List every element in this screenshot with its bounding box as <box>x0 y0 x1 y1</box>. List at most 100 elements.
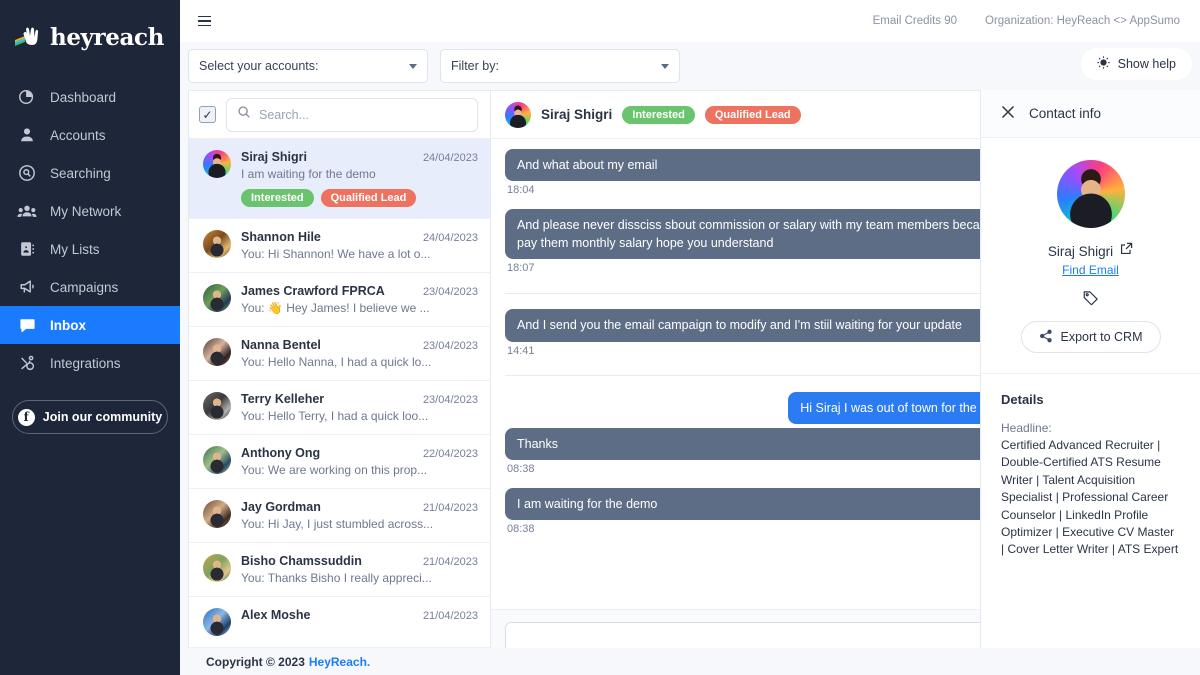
list-item-body: Siraj Shigri24/04/2023 I am waiting for t… <box>241 150 478 207</box>
accounts-select-label: Select your accounts: <box>199 59 409 73</box>
conversation-list[interactable]: Siraj Shigri24/04/2023 I am waiting for t… <box>189 139 490 675</box>
sidebar-item-campaigns[interactable]: Campaigns <box>0 268 180 306</box>
list-item[interactable]: Siraj Shigri24/04/2023 I am waiting for t… <box>189 139 490 219</box>
filter-select-label: Filter by: <box>451 59 661 73</box>
select-all-checkbox[interactable]: ✓ <box>199 106 216 123</box>
accounts-select[interactable]: Select your accounts: <box>188 49 428 83</box>
headline-label: Headline: <box>1001 421 1180 435</box>
show-help-button[interactable]: Show help <box>1081 48 1192 80</box>
list-item-preview: I am waiting for the demo <box>241 167 478 181</box>
list-item-top-row: Bisho Chamssuddin 21/04/2023 <box>241 554 478 568</box>
details-title: Details <box>1001 392 1180 407</box>
list-item[interactable]: Jay Gordman21/04/2023You: Hi Jay, I just… <box>189 489 490 543</box>
list-item-date: 21/04/2023 <box>423 556 478 568</box>
avatar <box>203 338 231 366</box>
list-item-preview: You: Hello Nanna, I had a quick lo... <box>241 355 478 369</box>
avatar <box>203 554 231 582</box>
footer-copyright: Copyright © 2023 <box>206 655 305 669</box>
avatar <box>203 150 231 178</box>
sidebar-nav: Dashboard Accounts Searching <box>0 78 180 382</box>
external-link-icon[interactable] <box>1120 242 1133 260</box>
contact-export-to-crm-button[interactable]: Export to CRM <box>1021 321 1161 353</box>
list-item-date: 21/04/2023 <box>423 502 478 514</box>
brand-logo-area: heyreach <box>0 0 180 56</box>
hamburger-menu-icon[interactable] <box>198 16 211 27</box>
contact-info-panel: Contact info Siraj Shigri Find Email <box>980 90 1200 675</box>
list-item-body: Shannon Hile24/04/2023You: Hi Shannon! W… <box>241 230 478 261</box>
sidebar: heyreach Dashboard Accounts <box>0 0 180 675</box>
organization-label: Organization: HeyReach <> AppSumo <box>985 15 1180 27</box>
search-field[interactable] <box>226 98 478 132</box>
divider-line <box>505 375 1044 376</box>
sidebar-item-inbox[interactable]: Inbox <box>0 306 180 344</box>
sidebar-item-label: My Lists <box>50 242 100 257</box>
contact-name-row: Siraj Shigri <box>1001 242 1180 260</box>
list-item-top-row: James Crawford FPRCA23/04/2023 <box>241 284 478 298</box>
chevron-down-icon <box>409 64 417 69</box>
sidebar-item-accounts[interactable]: Accounts <box>0 116 180 154</box>
footer-heyreach-link[interactable]: HeyReach. <box>309 655 370 669</box>
list-item-top-row: Anthony Ong22/04/2023 <box>241 446 478 460</box>
tag-icon[interactable] <box>1001 289 1180 307</box>
contact-info-title: Contact info <box>1029 106 1101 121</box>
people-group-icon <box>17 201 37 221</box>
sidebar-item-my-lists[interactable]: My Lists <box>0 230 180 268</box>
workspace: ✓ Siraj Shigri24/04/2023I am waiting for… <box>180 90 1200 675</box>
join-community-label: Join our community <box>43 410 162 424</box>
footer: Copyright © 2023 HeyReach. <box>180 648 1200 675</box>
sidebar-item-label: Searching <box>50 166 111 181</box>
list-item[interactable]: Bisho Chamssuddin21/04/2023You: Thanks B… <box>189 543 490 597</box>
list-item-body: Jay Gordman21/04/2023You: Hi Jay, I just… <box>241 500 478 531</box>
chat-contact-name: Siraj Shigri <box>541 107 612 122</box>
list-item-name: Alex Moshe <box>241 608 417 622</box>
list-item[interactable]: Shannon Hile24/04/2023You: Hi Shannon! W… <box>189 219 490 273</box>
list-item-date: 24/04/2023 <box>423 232 478 244</box>
top-bar: Email Credits 90 Organization: HeyReach … <box>180 0 1200 42</box>
list-item[interactable]: Anthony Ong22/04/2023You: We are working… <box>189 435 490 489</box>
list-item-date: 23/04/2023 <box>423 286 478 298</box>
join-community-button[interactable]: f Join our community <box>12 400 168 434</box>
email-credits-label: Email Credits 90 <box>873 15 957 27</box>
sidebar-item-label: Campaigns <box>50 280 118 295</box>
avatar <box>203 230 231 258</box>
headline-value: Certified Advanced Recruiter | Double-Ce… <box>1001 437 1180 559</box>
filter-select[interactable]: Filter by: <box>440 49 680 83</box>
status-badge-qualified-lead: Qualified Lead <box>705 106 801 124</box>
list-item-name: Nanna Bentel <box>241 338 417 352</box>
avatar <box>505 102 531 128</box>
status-badge-interested: Interested <box>622 106 695 124</box>
sidebar-item-integrations[interactable]: Integrations <box>0 344 180 382</box>
list-item-preview: You: 👋 Hey James! I believe we ... <box>241 301 478 315</box>
sidebar-item-dashboard[interactable]: Dashboard <box>0 78 180 116</box>
share-icon <box>1039 329 1053 346</box>
list-item[interactable]: Terry Kelleher23/04/2023You: Hello Terry… <box>189 381 490 435</box>
sidebar-item-label: Integrations <box>50 356 121 371</box>
sidebar-item-searching[interactable]: Searching <box>0 154 180 192</box>
sidebar-item-my-network[interactable]: My Network <box>0 192 180 230</box>
list-item-top-row: Terry Kelleher23/04/2023 <box>241 392 478 406</box>
chevron-down-icon <box>661 64 669 69</box>
list-item-date: 23/04/2023 <box>423 340 478 352</box>
list-item[interactable]: Alex Moshe 21/04/2023 <box>189 597 490 648</box>
search-icon <box>237 105 251 124</box>
list-item[interactable]: Nanna Bentel 23/04/2023 You: Hello Nanna, … <box>189 327 490 381</box>
list-item-body: Nanna Bentel 23/04/2023 You: Hello Nanna, … <box>241 338 478 369</box>
search-input[interactable] <box>259 108 467 122</box>
contact-avatar <box>1057 160 1125 228</box>
find-email-link[interactable]: Find Email <box>1001 263 1180 277</box>
contact-name: Siraj Shigri <box>1048 244 1113 259</box>
sidebar-item-label: My Network <box>50 204 121 219</box>
megaphone-icon <box>17 277 37 297</box>
list-item-top-row: Shannon Hile24/04/2023 <box>241 230 478 244</box>
avatar <box>203 608 231 636</box>
list-item-top-row: Siraj Shigri24/04/2023 <box>241 150 478 164</box>
list-item-name: Bisho Chamssuddin <box>241 554 417 568</box>
list-item-date: 21/04/2023 <box>423 610 478 622</box>
avatar <box>203 500 231 528</box>
close-icon[interactable] <box>1001 105 1015 123</box>
contact-book-icon <box>17 239 37 259</box>
filters-toolbar: Select your accounts: Filter by: Show he… <box>180 42 1200 90</box>
list-item[interactable]: James Crawford FPRCA23/04/2023 You: 👋 Hey… <box>189 273 490 327</box>
sidebar-item-label: Dashboard <box>50 90 116 105</box>
list-item-top-row: Nanna Bentel 23/04/2023 <box>241 338 478 352</box>
